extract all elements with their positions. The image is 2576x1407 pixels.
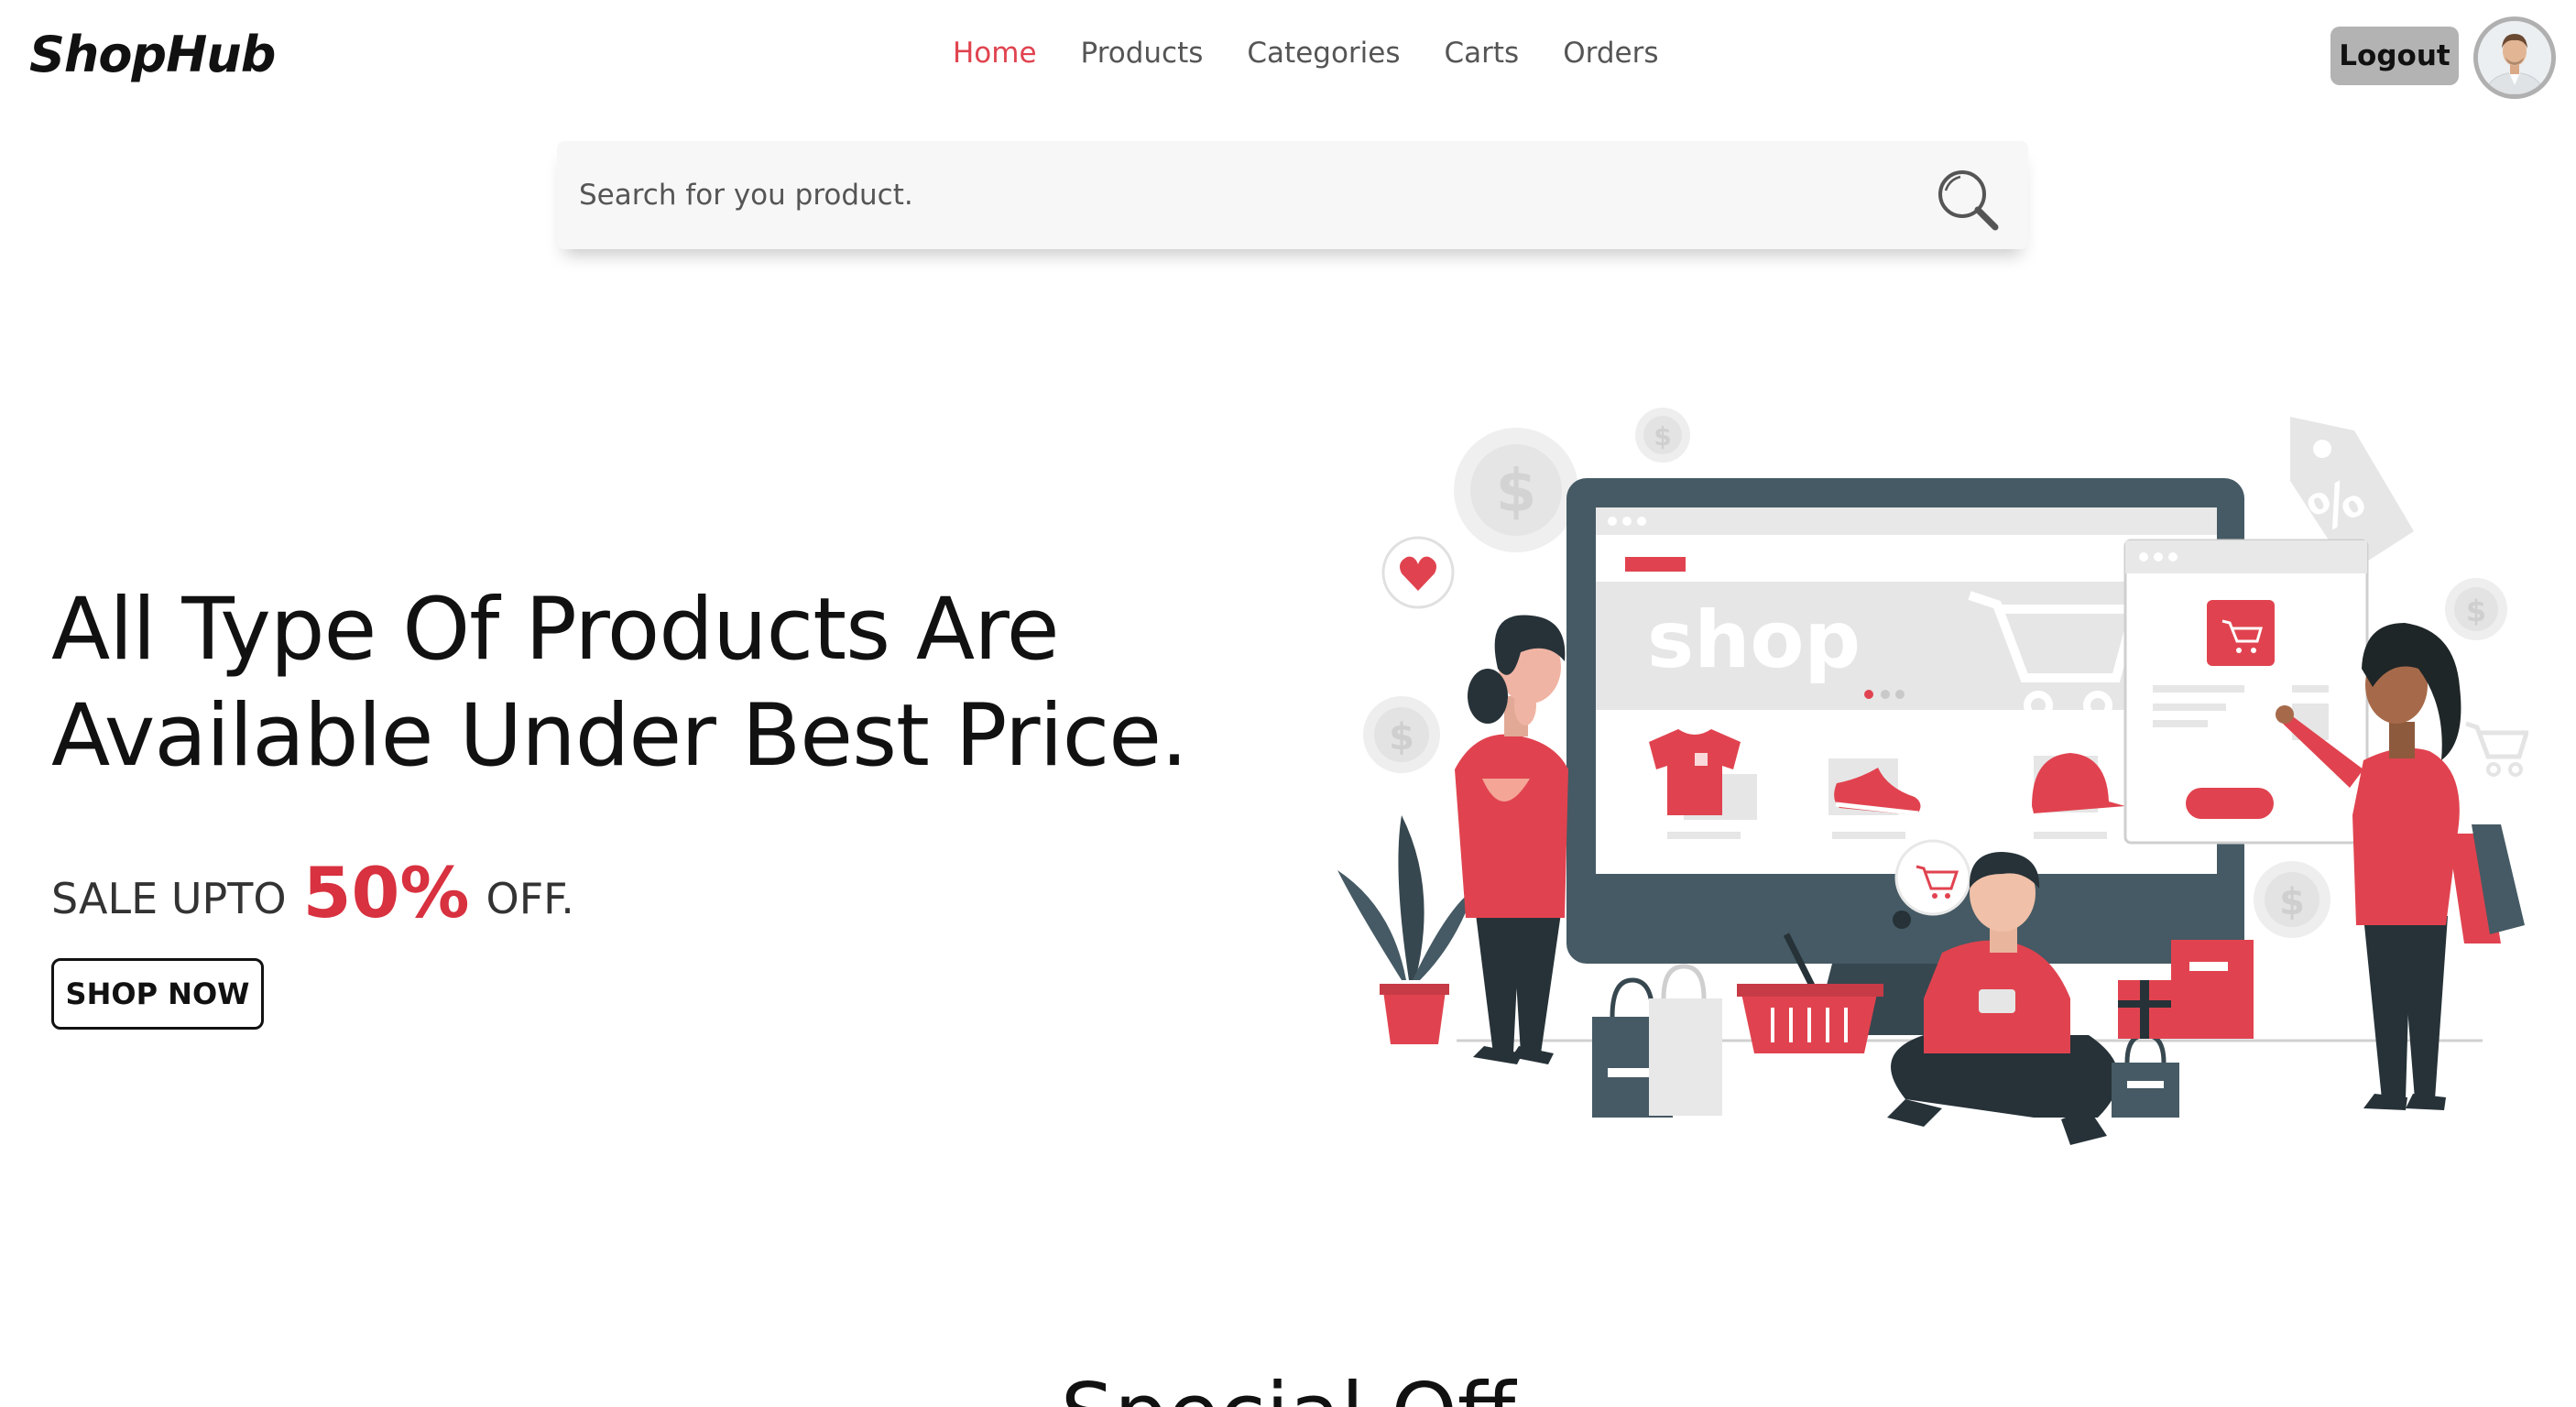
top-header: ShopHub Home Products Categories Carts O… <box>0 0 2576 119</box>
shopping-bag-icon <box>2112 1032 2179 1118</box>
search-icon <box>1938 170 1999 231</box>
nav-item-categories[interactable]: Categories <box>1247 37 1400 70</box>
hero-title: All Type Of Products Are Available Under… <box>51 577 1242 790</box>
sale-prefix: SALE UPTO <box>51 874 287 923</box>
search-button[interactable] <box>1931 163 2004 236</box>
coin-icon: $ <box>1635 408 1690 463</box>
nav-item-products[interactable]: Products <box>1081 37 1204 70</box>
cart-icon <box>2465 721 2530 777</box>
svg-text:$: $ <box>1496 458 1537 526</box>
coin-icon: $ <box>2254 861 2330 938</box>
hero-title-line-2: Available Under Best Price. <box>51 686 1188 786</box>
coin-icon: $ <box>1363 696 1440 773</box>
main-nav: Home Products Categories Carts Orders <box>953 37 1702 70</box>
nav-item-home[interactable]: Home <box>953 37 1037 70</box>
sale-suffix: OFF. <box>486 874 574 923</box>
hero-illustration: $ $ $ $ $ % shop <box>1337 394 2530 1200</box>
plant-decoration <box>1337 815 1475 1044</box>
search-bar <box>557 141 2028 249</box>
coin-icon: $ <box>1454 428 1578 552</box>
sale-percent: 50% <box>302 852 470 933</box>
brand-logo[interactable]: ShopHub <box>29 26 276 83</box>
nav-item-carts[interactable]: Carts <box>1445 37 1520 70</box>
nav-item-orders[interactable]: Orders <box>1563 37 1658 70</box>
product-card-panel <box>2123 539 2369 845</box>
shop-banner-text: shop <box>1647 594 1861 686</box>
svg-text:$: $ <box>2466 594 2486 628</box>
svg-text:$: $ <box>1389 716 1414 758</box>
user-avatar[interactable] <box>2473 16 2556 99</box>
sale-text: SALE UPTO 50% OFF. <box>51 848 574 933</box>
logout-button[interactable]: Logout <box>2330 27 2459 85</box>
heart-bubble-icon <box>1381 536 1455 609</box>
shop-now-button[interactable]: SHOP NOW <box>51 958 264 1030</box>
woman-left-figure <box>1455 615 1568 1064</box>
user-avatar-image <box>2478 21 2551 94</box>
shopping-illustration: $ $ $ $ $ % shop <box>1337 408 2530 1145</box>
search-input[interactable] <box>579 169 1861 222</box>
shopping-bag-icon <box>1592 964 1722 1118</box>
svg-text:$: $ <box>1654 421 1671 452</box>
section-title: Special Off <box>0 1365 2576 1407</box>
cart-bubble-icon <box>1894 839 1971 916</box>
coin-icon: $ <box>2445 578 2507 640</box>
svg-text:$: $ <box>2279 881 2305 923</box>
hero-title-line-1: All Type Of Products Are <box>51 580 1060 680</box>
